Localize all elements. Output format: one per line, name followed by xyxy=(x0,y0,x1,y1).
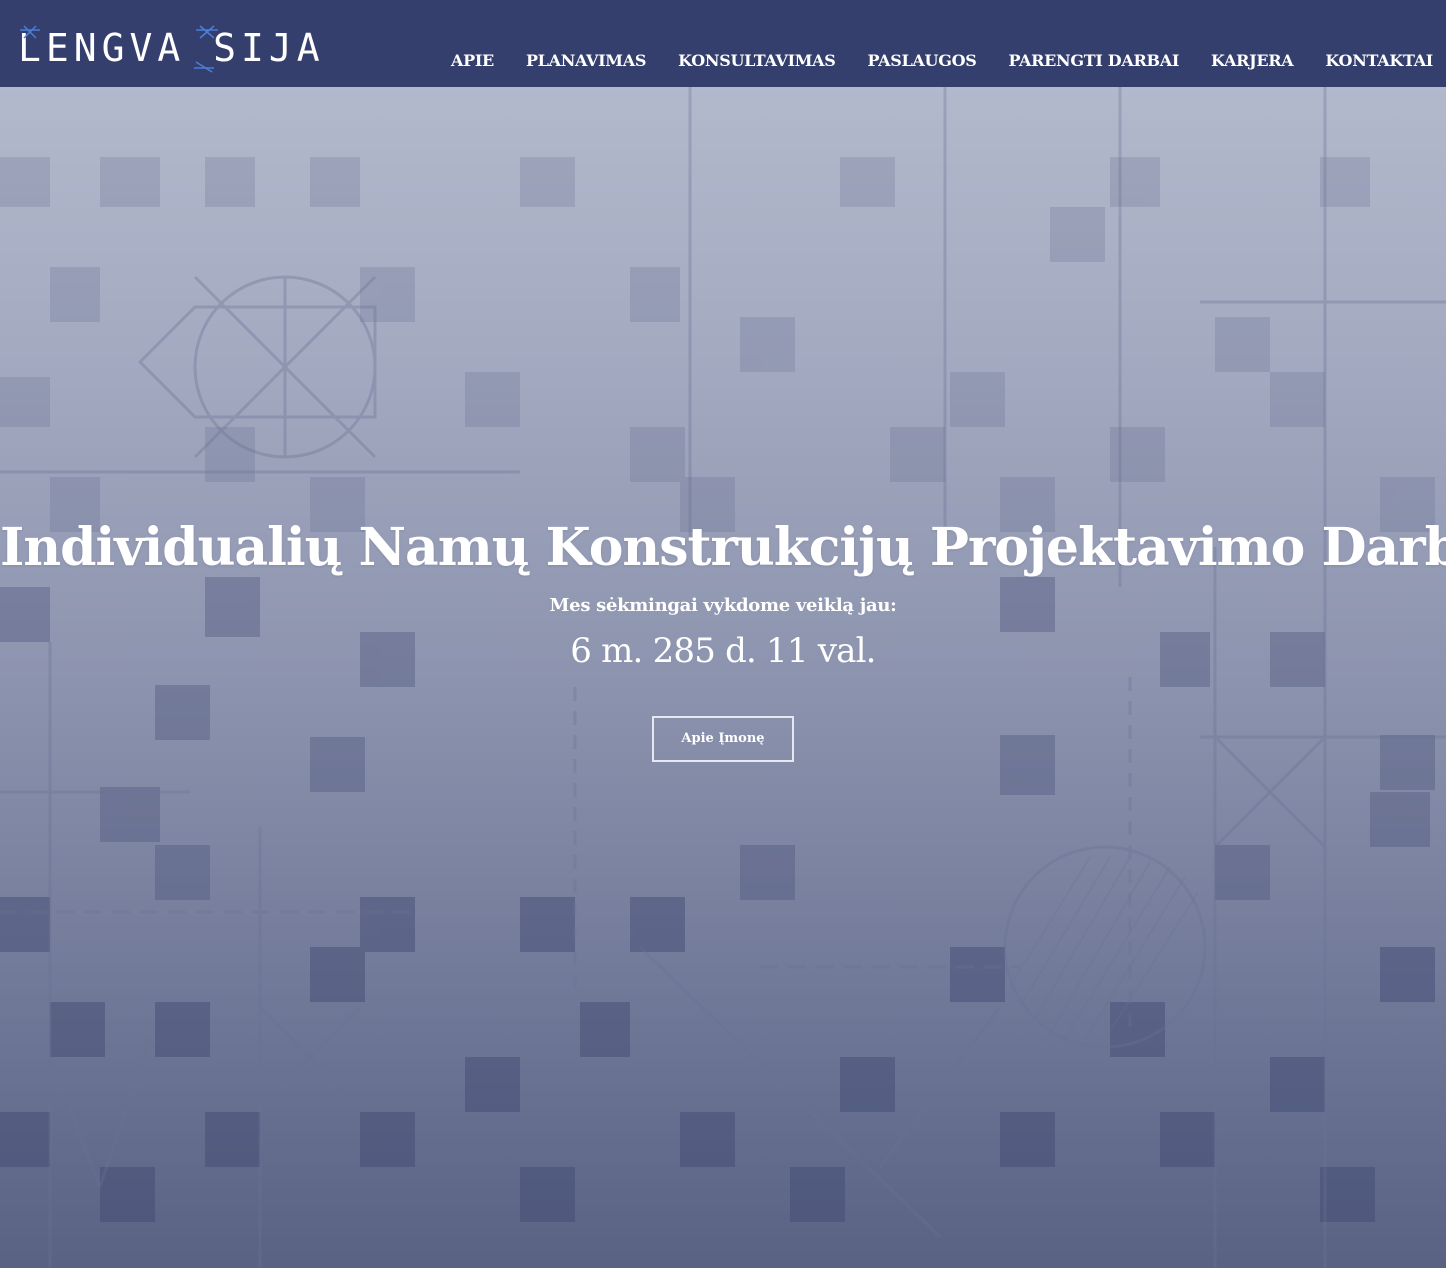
uptime-counter: 6 m. 285 d. 11 val. xyxy=(570,631,876,671)
nav-item-karjera[interactable]: KARJERA xyxy=(1211,49,1294,73)
site-header: LENGVA SIJA APIE PLANAVIMAS KONSULTAVIMA… xyxy=(0,0,1446,87)
main-nav: APIE PLANAVIMAS KONSULTAVIMAS PASLAUGOS … xyxy=(451,49,1433,73)
nav-item-kontaktai[interactable]: KONTAKTAI xyxy=(1325,49,1433,73)
nav-item-paslaugos[interactable]: PASLAUGOS xyxy=(868,49,977,73)
nav-item-konsultavimas[interactable]: KONSULTAVIMAS xyxy=(678,49,836,73)
logo[interactable]: LENGVA SIJA xyxy=(18,22,325,74)
nav-item-planavimas[interactable]: PLANAVIMAS xyxy=(526,49,646,73)
page: LENGVA SIJA APIE PLANAVIMAS KONSULTAVIMA… xyxy=(0,0,1446,1268)
about-company-button[interactable]: Apie Įmonę xyxy=(652,716,794,762)
nav-item-apie[interactable]: APIE xyxy=(451,49,494,73)
hero-section: Individualių Namų Konstrukcijų Projektav… xyxy=(0,500,1446,762)
nav-item-parengti-darbai[interactable]: PARENGTI DARBAI xyxy=(1008,49,1179,73)
logo-mark-icon xyxy=(20,25,218,73)
hero-subtitle: Mes sėkmingai vykdome veiklą jau: xyxy=(549,595,897,616)
hero-title: Individualių Namų Konstrukcijų Projektav… xyxy=(0,517,1446,578)
